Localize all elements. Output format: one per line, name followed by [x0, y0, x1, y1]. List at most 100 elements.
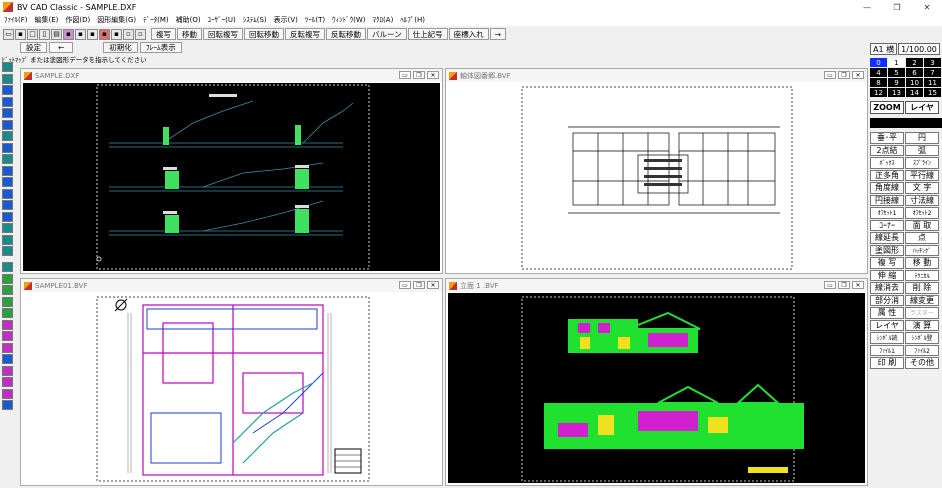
left-tool-icon-29[interactable]	[2, 400, 13, 410]
command-button-18[interactable]: 塗図形	[870, 244, 904, 256]
color-swatch-1[interactable]: 1	[888, 58, 905, 67]
print-icon[interactable]: ▤	[51, 28, 62, 40]
drawing-window-2[interactable]: 軸体図番郷.BVF ▭ ❐ ✕	[445, 68, 868, 274]
drawing-window-3[interactable]: SAMPLE01.BVF ▭ ❐ ✕	[20, 278, 443, 486]
command-button-36[interactable]: 印 刷	[870, 357, 904, 369]
command-button-12[interactable]: ｵﾌｾｯﾄ1	[870, 207, 904, 219]
command-button-35[interactable]: ﾌｧｲﾙ2	[905, 344, 939, 356]
command-button-17[interactable]: 点	[905, 232, 939, 244]
toolbar-command-2[interactable]: 回転複写	[203, 28, 243, 40]
command-button-20[interactable]: 複 写	[870, 257, 904, 269]
left-tool-icon-13[interactable]	[2, 211, 13, 222]
command-button-27[interactable]: 線変更	[905, 294, 939, 306]
left-tool-icon-8[interactable]	[2, 154, 13, 164]
left-tool-icon-3[interactable]	[2, 96, 13, 107]
toolbar-command-3[interactable]: 回転移動	[244, 28, 284, 40]
command-button-8[interactable]: 角度線	[870, 182, 904, 194]
layer-button[interactable]: レイヤ	[905, 101, 939, 114]
command-button-23[interactable]: ﾃｸﾆｶﾙ	[905, 269, 939, 281]
color-swatch-11[interactable]: 11	[924, 78, 941, 87]
color-swatch-2[interactable]: 2	[906, 58, 923, 67]
close-icon[interactable]: ✕	[852, 71, 864, 79]
left-tool-icon-17[interactable]	[2, 262, 13, 272]
command-button-4[interactable]: ﾎﾞｯｸｽ	[870, 157, 904, 169]
command-button-30[interactable]: レイヤ	[870, 319, 904, 331]
color-swatch-0[interactable]: 0	[870, 58, 887, 67]
command-button-24[interactable]: 線消去	[870, 282, 904, 294]
menu-item-7[interactable]: ｼｽﾃﾑ(S)	[243, 15, 267, 25]
left-tool-icon-4[interactable]	[2, 108, 13, 118]
command-button-22[interactable]: 伸 縮	[870, 269, 904, 281]
close-icon[interactable]: ✕	[852, 281, 864, 289]
toolbar-command-1[interactable]: 移動	[177, 28, 202, 40]
init-button[interactable]: 初期化	[103, 41, 138, 53]
left-tool-icon-22[interactable]	[2, 319, 13, 330]
menu-item-6[interactable]: ﾕｰｻﾞｰ(U)	[208, 15, 236, 25]
frame-display-button[interactable]: ﾌﾚｰﾑ表示	[139, 41, 182, 53]
menu-item-5[interactable]: 補助(O)	[176, 15, 201, 25]
color-swatch-13[interactable]: 13	[888, 88, 905, 97]
menu-item-11[interactable]: ﾏｸﾛ(A)	[373, 15, 394, 25]
color-swatch-3[interactable]: 3	[924, 58, 941, 67]
drawing-window-4[interactable]: 立面 1 .BVF ▭ ❐ ✕	[445, 278, 868, 486]
command-button-37[interactable]: その他	[905, 357, 939, 369]
command-button-1[interactable]: 円	[905, 132, 939, 144]
restore-icon[interactable]: ❐	[413, 281, 425, 289]
command-button-3[interactable]: 弧	[905, 144, 939, 156]
toolbar-command-4[interactable]: 反転複写	[285, 28, 325, 40]
left-tool-icon-10[interactable]	[2, 177, 13, 187]
current-linetype[interactable]	[870, 118, 942, 128]
left-tool-icon-24[interactable]	[2, 342, 13, 353]
restore-icon[interactable]: ❐	[838, 281, 850, 289]
open-icon[interactable]: ▭	[3, 28, 14, 40]
color-swatch-10[interactable]: 10	[906, 78, 923, 87]
left-tool-icon-27[interactable]	[2, 377, 13, 387]
command-button-21[interactable]: 移 動	[905, 257, 939, 269]
menu-item-9[interactable]: ﾂｰﾙ(T)	[305, 15, 325, 25]
left-tool-icon-18[interactable]	[2, 273, 13, 284]
left-tool-icon-11[interactable]	[2, 188, 13, 199]
tool-c-icon[interactable]: ▪	[87, 28, 98, 40]
menu-item-2[interactable]: 作図(D)	[65, 15, 90, 25]
command-button-5[interactable]: ｽﾌﾟﾗｲﾝ	[905, 157, 939, 169]
left-tool-icon-25[interactable]	[2, 354, 13, 364]
command-button-29[interactable]: ラスター	[905, 307, 939, 319]
zoom-button[interactable]: ZOOM	[870, 101, 904, 114]
close-button[interactable]: ✕	[912, 0, 942, 14]
color-swatch-14[interactable]: 14	[906, 88, 923, 97]
scale-field[interactable]: 1/100.00	[898, 43, 940, 55]
left-tool-icon-21[interactable]	[2, 308, 13, 318]
command-button-19[interactable]: ﾊｯﾁﾝｸﾞ	[905, 244, 939, 256]
command-button-9[interactable]: 文 字	[905, 182, 939, 194]
new-icon[interactable]: □	[27, 28, 38, 40]
tool-e-icon[interactable]: ▪	[111, 28, 122, 40]
command-button-31[interactable]: 演 算	[905, 319, 939, 331]
toolbar-command-7[interactable]: 仕上記号	[407, 28, 448, 40]
minimize-icon[interactable]: ▭	[824, 71, 836, 79]
drawing-canvas[interactable]	[448, 83, 865, 271]
left-tool-icon-28[interactable]	[2, 388, 13, 399]
command-button-10[interactable]: 円接線	[870, 194, 904, 206]
color-swatch-8[interactable]: 8	[870, 78, 887, 87]
command-button-26[interactable]: 部分消	[870, 294, 904, 306]
color-swatch-5[interactable]: 5	[888, 68, 905, 77]
command-button-6[interactable]: 正多角	[870, 169, 904, 181]
drawing-canvas[interactable]	[23, 83, 440, 271]
tool-d-icon[interactable]: ▪	[99, 28, 110, 40]
toolbar-command-6[interactable]: バルーン	[367, 28, 407, 40]
command-button-32[interactable]: ｼﾝﾎﾞﾙ読	[870, 332, 904, 344]
settings-button[interactable]: 設定	[20, 41, 47, 53]
toolbar-command-9[interactable]: →	[489, 28, 506, 40]
left-tool-icon-26[interactable]	[2, 365, 13, 376]
drawing-canvas[interactable]	[448, 293, 865, 483]
color-swatch-4[interactable]: 4	[870, 68, 887, 77]
command-button-28[interactable]: 属 性	[870, 307, 904, 319]
save-icon[interactable]: ▪	[15, 28, 26, 40]
menu-item-12[interactable]: ﾍﾙﾌﾟ(H)	[400, 15, 425, 25]
left-tool-icon-0[interactable]	[2, 62, 13, 72]
command-button-34[interactable]: ﾌｧｲﾙ1	[870, 344, 904, 356]
restore-icon[interactable]: ❐	[838, 71, 850, 79]
left-tool-icon-14[interactable]	[2, 223, 13, 233]
left-tool-icon-20[interactable]	[2, 296, 13, 307]
back-button[interactable]: ←	[49, 41, 74, 53]
